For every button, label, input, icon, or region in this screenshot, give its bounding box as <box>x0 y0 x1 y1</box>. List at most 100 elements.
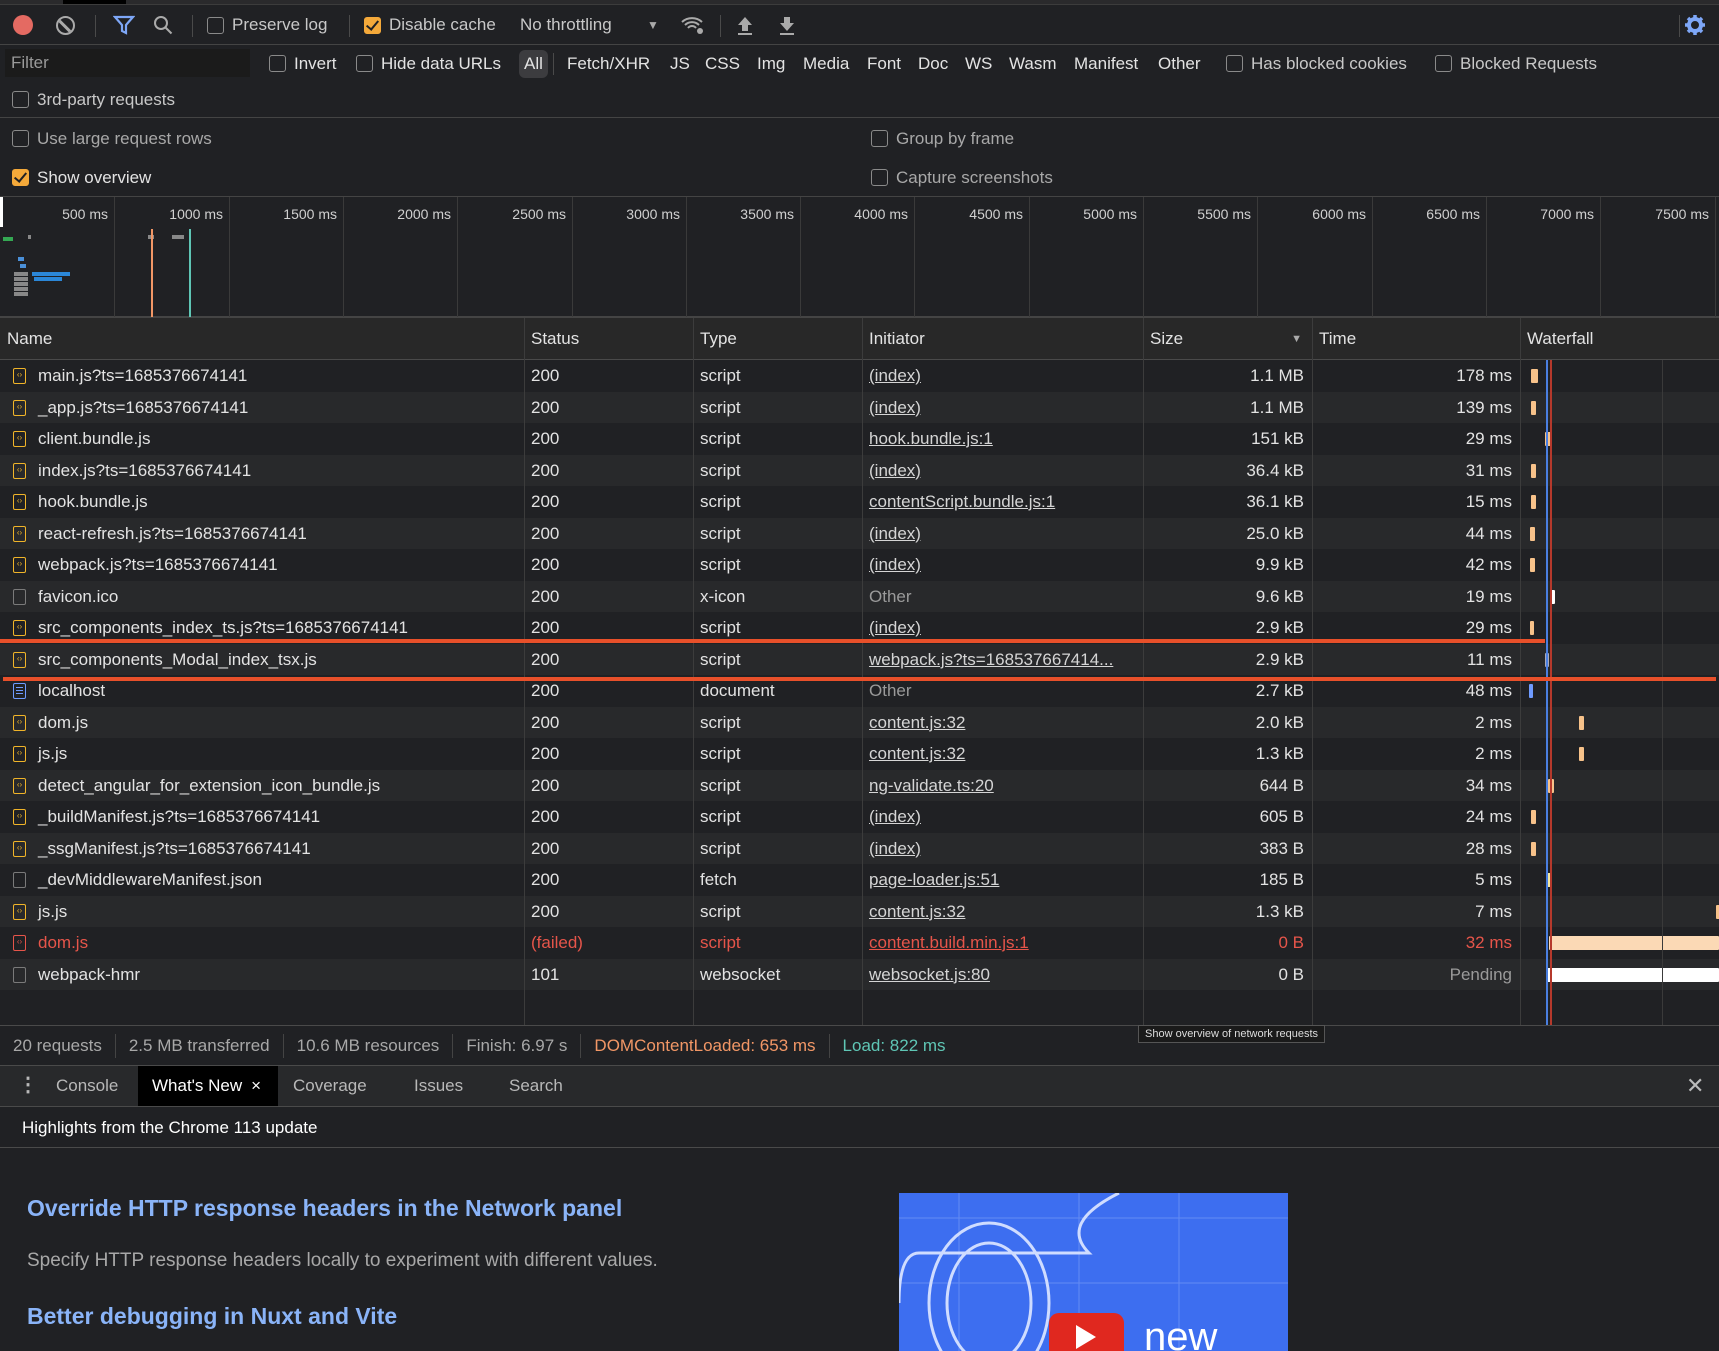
request-name[interactable]: hook.bundle.js <box>31 486 521 518</box>
request-initiator[interactable]: (index) <box>862 360 1143 392</box>
whats-new-video-thumbnail[interactable]: new <box>899 1193 1288 1351</box>
filter-input[interactable]: Filter <box>5 49 250 77</box>
column-divider[interactable] <box>524 318 525 1025</box>
settings-button[interactable] <box>1684 5 1706 45</box>
hide-data-urls-check[interactable] <box>356 55 373 72</box>
large-rows-check[interactable] <box>12 130 29 147</box>
request-initiator[interactable]: (index) <box>862 801 1143 833</box>
type-filter-ws[interactable]: WS <box>965 45 992 82</box>
network-conditions-button[interactable] <box>680 5 706 45</box>
request-name[interactable]: _ssgManifest.js?ts=1685376674141 <box>31 833 521 865</box>
drawer-menu-icon[interactable]: ⋮ <box>18 1066 38 1106</box>
third-party-checkbox[interactable]: 3rd-party requests <box>12 81 175 118</box>
blocked-requests-checkbox[interactable]: Blocked Requests <box>1435 45 1597 82</box>
request-initiator[interactable]: webpack.js?ts=168537667414... <box>862 644 1143 676</box>
column-header-initiator[interactable]: Initiator <box>862 318 1143 360</box>
type-filter-img[interactable]: Img <box>757 45 785 82</box>
type-filter-doc[interactable]: Doc <box>918 45 948 82</box>
request-initiator[interactable]: (index) <box>862 518 1143 550</box>
column-header-name[interactable]: Name <box>0 318 524 360</box>
type-filter-css[interactable]: CSS <box>705 45 740 82</box>
column-header-time[interactable]: Time <box>1312 318 1520 360</box>
hide-data-urls-checkbox[interactable]: Hide data URLs <box>356 45 501 82</box>
table-row[interactable]: ‹› webpack.js?ts=1685376674141 200 script (i… <box>0 549 1719 581</box>
network-overview[interactable]: 500 ms 1000 ms 1500 ms 2000 ms 2500 ms 3000 m… <box>0 196 1719 318</box>
request-name[interactable]: react-refresh.js?ts=1685376674141 <box>31 518 521 550</box>
column-divider[interactable] <box>862 318 863 1025</box>
request-name[interactable]: detect_angular_for_extension_icon_bundle… <box>31 770 521 802</box>
group-by-frame-checkbox[interactable]: Group by frame <box>871 120 1014 157</box>
request-name[interactable]: _app.js?ts=1685376674141 <box>31 392 521 424</box>
request-initiator[interactable]: page-loader.js:51 <box>862 864 1143 896</box>
column-divider[interactable] <box>693 318 694 1025</box>
invert-check[interactable] <box>269 55 286 72</box>
request-name[interactable]: main.js?ts=1685376674141 <box>31 360 521 392</box>
table-row[interactable]: ‹› index.js?ts=1685376674141 200 script (ind… <box>0 454 1719 486</box>
type-filter-all[interactable]: All <box>519 45 548 82</box>
group-by-frame-check[interactable] <box>871 130 888 147</box>
table-row[interactable]: ‹› dom.js (failed) script content.build.min.… <box>0 927 1719 959</box>
request-name[interactable]: src_components_Modal_index_tsx.js <box>31 644 521 676</box>
request-name[interactable]: favicon.ico <box>31 581 521 613</box>
drawer-tab-issues[interactable]: Issues <box>414 1066 463 1106</box>
table-row[interactable]: webpack-hmr 101 websocket websocket.js:80 0 … <box>0 958 1719 991</box>
table-row[interactable]: favicon.ico 200 x-icon Other 9.6 kB 19 ms <box>0 580 1719 613</box>
type-filter-manifest[interactable]: Manifest <box>1074 45 1138 82</box>
feature-link-override-headers[interactable]: Override HTTP response headers in the Ne… <box>27 1195 622 1222</box>
request-initiator[interactable]: (index) <box>862 392 1143 424</box>
type-filter-font[interactable]: Font <box>867 45 901 82</box>
request-initiator[interactable]: hook.bundle.js:1 <box>862 423 1143 455</box>
import-har-button[interactable] <box>736 5 754 45</box>
request-initiator[interactable]: ng-validate.ts:20 <box>862 770 1143 802</box>
filter-toggle-button[interactable] <box>113 5 135 45</box>
request-initiator[interactable]: websocket.js:80 <box>862 959 1143 991</box>
type-filter-fetch-xhr[interactable]: Fetch/XHR <box>567 45 650 82</box>
request-initiator[interactable]: content.js:32 <box>862 896 1143 928</box>
has-blocked-cookies-checkbox[interactable]: Has blocked cookies <box>1226 45 1407 82</box>
drawer-tab-whats-new[interactable]: What's New × <box>138 1066 278 1106</box>
table-row[interactable]: _devMiddlewareManifest.json 200 fetch page-… <box>0 864 1719 896</box>
record-button[interactable] <box>13 5 33 45</box>
feature-link-nuxt-vite[interactable]: Better debugging in Nuxt and Vite <box>27 1303 397 1330</box>
request-name[interactable]: _devMiddlewareManifest.json <box>31 864 521 896</box>
overview-selection-handle[interactable] <box>0 197 3 227</box>
request-initiator[interactable]: content.js:32 <box>862 738 1143 770</box>
export-har-button[interactable] <box>778 5 796 45</box>
preserve-log-check[interactable] <box>207 16 224 34</box>
column-header-type[interactable]: Type <box>693 318 862 360</box>
table-row[interactable]: ‹› react-refresh.js?ts=1685376674141 200 sc… <box>0 517 1719 550</box>
table-row[interactable]: ‹› detect_angular_for_extension_icon_bund… <box>0 769 1719 802</box>
column-divider[interactable] <box>1143 318 1144 1025</box>
capture-screenshots-checkbox[interactable]: Capture screenshots <box>871 159 1053 196</box>
table-row[interactable]: ‹› _app.js?ts=1685376674141 200 script (inde… <box>0 391 1719 424</box>
table-row[interactable]: ‹› hook.bundle.js 200 script contentScript.b… <box>0 486 1719 518</box>
close-drawer-icon[interactable]: ✕ <box>1686 1066 1704 1106</box>
request-name[interactable]: js.js <box>31 738 521 770</box>
request-name[interactable]: client.bundle.js <box>31 423 521 455</box>
column-header-size[interactable]: Size ▼ <box>1143 318 1312 360</box>
table-row[interactable]: ‹› js.js 200 script content.js:32 1.3 kB 7 ms <box>0 895 1719 928</box>
column-header-waterfall[interactable]: Waterfall <box>1520 318 1719 360</box>
show-overview-checkbox[interactable]: Show overview <box>12 159 151 196</box>
request-initiator[interactable]: (index) <box>862 833 1143 865</box>
column-header-status[interactable]: Status <box>524 318 693 360</box>
request-name[interactable]: dom.js <box>31 707 521 739</box>
request-name[interactable]: webpack-hmr <box>31 959 521 991</box>
throttling-select[interactable]: No throttling ▼ <box>520 5 660 45</box>
invert-checkbox[interactable]: Invert <box>269 45 337 82</box>
request-name[interactable]: webpack.js?ts=1685376674141 <box>31 549 521 581</box>
show-overview-check[interactable] <box>12 169 29 186</box>
disable-cache-checkbox[interactable]: Disable cache <box>364 5 496 45</box>
request-initiator[interactable]: (index) <box>862 549 1143 581</box>
third-party-check[interactable] <box>12 91 29 108</box>
clear-button[interactable] <box>56 5 75 45</box>
drawer-tab-coverage[interactable]: Coverage <box>293 1066 367 1106</box>
drawer-tab-console[interactable]: Console <box>56 1066 118 1106</box>
request-name[interactable]: _buildManifest.js?ts=1685376674141 <box>31 801 521 833</box>
table-row[interactable]: ‹› main.js?ts=1685376674141 200 script (inde… <box>0 360 1719 392</box>
type-filter-media[interactable]: Media <box>803 45 849 82</box>
has-blocked-cookies-check[interactable] <box>1226 55 1243 72</box>
column-divider[interactable] <box>1520 318 1521 1025</box>
close-tab-icon[interactable]: × <box>251 1076 261 1095</box>
type-filter-js[interactable]: JS <box>670 45 690 82</box>
